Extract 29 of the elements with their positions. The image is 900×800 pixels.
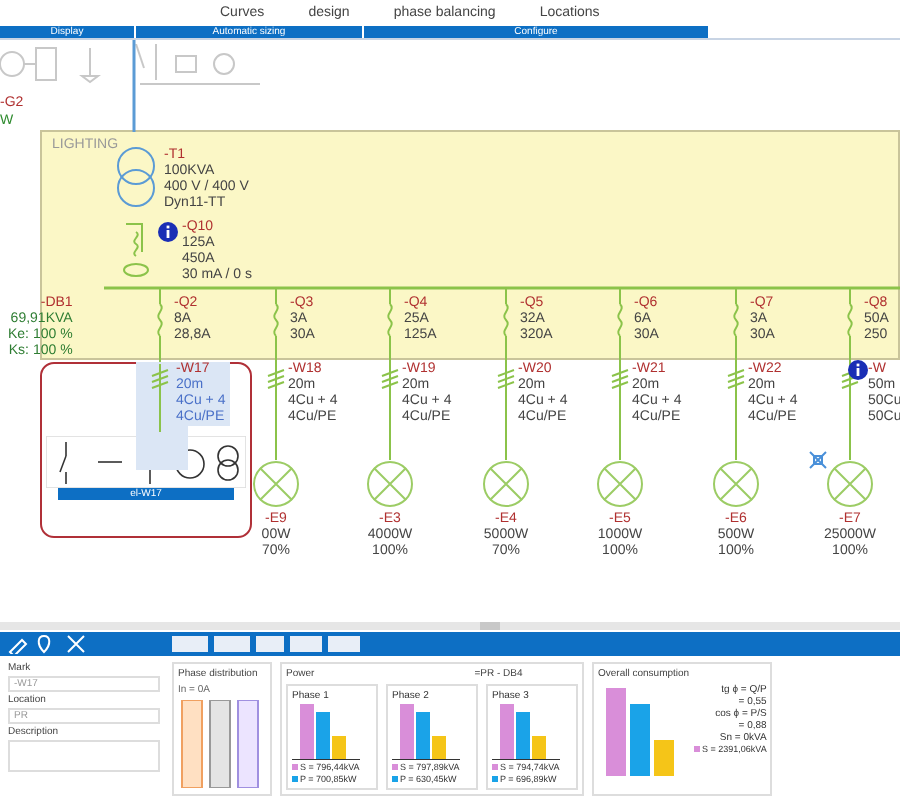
cable-line <box>840 364 860 460</box>
lamp-icon <box>596 460 644 508</box>
breaker-drawing <box>120 220 152 280</box>
cable-line <box>380 364 400 460</box>
lamp-icon <box>482 460 530 508</box>
breaker-icon <box>268 288 284 364</box>
edit-tools-drawing <box>8 634 88 654</box>
breaker-icon <box>728 288 744 364</box>
breaker-icon <box>498 288 514 364</box>
cable-line <box>610 364 630 460</box>
lamp-icon <box>712 460 760 508</box>
breaker-icon <box>842 288 858 364</box>
lamp-icon <box>366 460 414 508</box>
lamp-icon <box>826 460 874 508</box>
feed-line <box>132 40 136 132</box>
cable-line <box>150 364 170 432</box>
breaker-icon <box>152 288 168 364</box>
breaker-icon <box>382 288 398 364</box>
power-bars-drawing <box>492 704 560 760</box>
power-bars-drawing <box>392 704 460 760</box>
cable-line <box>266 364 286 460</box>
power-bars-drawing <box>292 704 360 760</box>
cable-line <box>726 364 746 460</box>
text-field[interactable] <box>8 740 160 772</box>
cable-line <box>496 364 516 460</box>
transformer-icon <box>114 144 158 212</box>
lamp-icon <box>252 460 300 508</box>
move-cross-icon <box>808 450 828 470</box>
breaker-icon <box>612 288 628 364</box>
